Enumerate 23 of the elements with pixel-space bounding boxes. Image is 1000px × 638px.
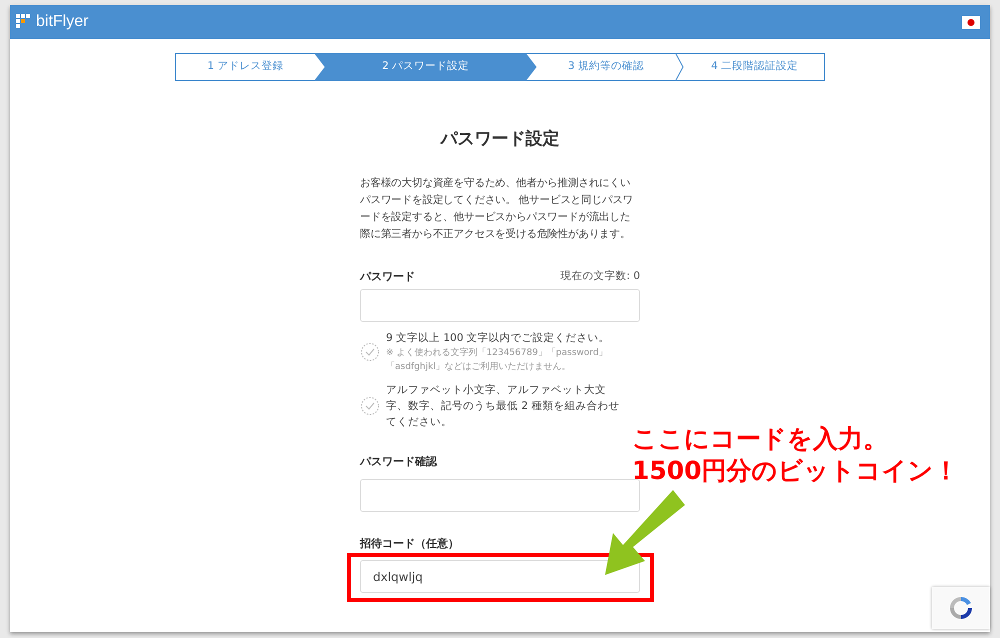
rule-note: ※ よく使われる文字列「123456789」「password」「asdfghjkl」などはご利用いただけません。 xyxy=(386,346,609,374)
password-confirm-field[interactable] xyxy=(360,478,640,512)
annotation-text: ここにコードを入力。 xyxy=(632,423,889,455)
recaptcha-icon xyxy=(947,594,975,622)
field-label: パスワード xyxy=(360,268,415,284)
flag-icon[interactable] xyxy=(962,16,980,28)
recaptcha-badge[interactable] xyxy=(932,587,990,629)
annotation-text: 1500円分のビットコイン！ xyxy=(632,455,959,487)
password-field[interactable] xyxy=(360,289,640,322)
step-tab[interactable]: 4 二段階認証設定 xyxy=(685,54,824,80)
step-tab[interactable]: 1 アドレス登録 xyxy=(176,54,315,80)
logo-text: bitFlyer xyxy=(36,12,88,32)
invite-code-field[interactable]: dxlqwljq xyxy=(360,560,640,593)
rule-text: 9 文字以上 100 文字以内でご設定ください。 xyxy=(386,331,611,346)
step-tab[interactable]: 3 規約等の確認 xyxy=(536,54,676,80)
logo-icon xyxy=(16,14,32,30)
field-label: パスワード確認 xyxy=(360,454,438,470)
character-counter: 現在の文字数: 0 xyxy=(560,269,640,284)
field-label: 招待コード（任意） xyxy=(360,536,460,552)
intro-text: お客様の大切な資産を守るため、他者から推測されにくいパスワードを設定してください。 他サービスと同じパスワードを設定すると、他サービスからパスワードが流出した際に第三者から不正アクセスを受ける危険性があります。 xyxy=(360,176,634,242)
rule-text: アルファベット小文字、アルファベット大文字、数字、記号のうち最低 2 種類を組み合わせてください。 xyxy=(386,383,620,430)
page-title: パスワード設定 xyxy=(438,128,560,151)
step-tab[interactable]: 2 パスワード設定 xyxy=(314,54,537,80)
